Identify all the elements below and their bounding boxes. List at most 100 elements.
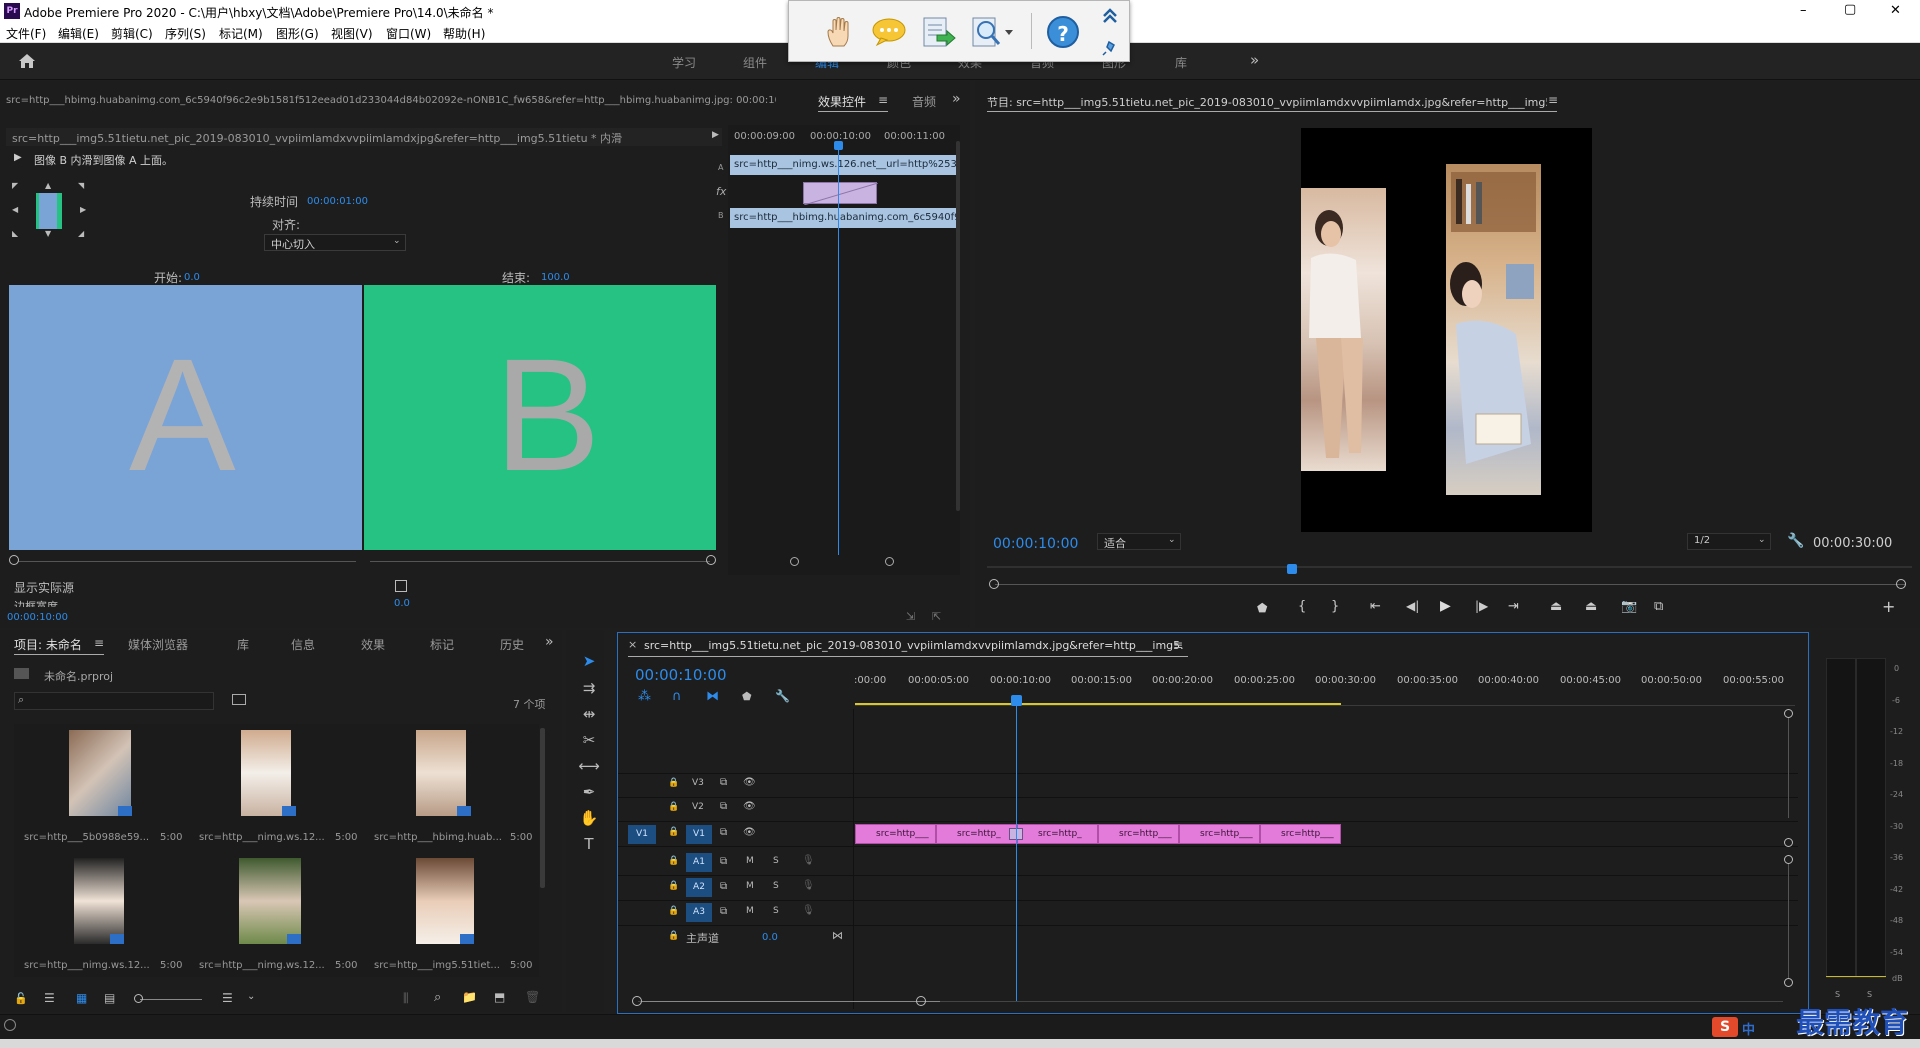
zoom-slider[interactable] — [140, 999, 202, 1000]
edge-selector-sw[interactable]: ◣ — [12, 229, 18, 238]
workspace-tab-learn[interactable]: 学习 — [672, 54, 696, 71]
new-search-bin-icon[interactable] — [232, 694, 246, 705]
menu-window[interactable]: 窗口(W) — [386, 25, 431, 42]
tab-history[interactable]: 历史 — [500, 636, 526, 653]
show-actual-source-checkbox[interactable] — [395, 580, 407, 592]
solo-right-button[interactable]: S — [1867, 990, 1872, 999]
sync-lock-icon[interactable]: ⧉ — [720, 906, 727, 917]
play-transition-icon[interactable]: ▶ — [712, 130, 719, 140]
effect-controls-timecode[interactable]: 00:00:10:00 — [7, 612, 68, 623]
border-width-value[interactable]: 0.0 — [394, 599, 410, 607]
help-icon[interactable]: ? — [1047, 16, 1079, 48]
insert-overwrite-icon[interactable]: ⧓ — [706, 689, 719, 704]
filter-icon[interactable]: ⇱ — [932, 610, 941, 623]
menu-help[interactable]: 帮助(H) — [443, 25, 485, 42]
tab-project-menu-icon[interactable]: ≡ — [94, 636, 104, 650]
step-forward-icon[interactable]: |▶ — [1475, 599, 1488, 613]
eye-icon[interactable]: 👁 — [743, 827, 756, 838]
menu-file[interactable]: 文件(F) — [6, 25, 46, 42]
program-video-frame[interactable] — [1301, 128, 1592, 532]
project-tabs-more[interactable]: » — [545, 634, 554, 650]
project-scrollbar[interactable] — [540, 728, 545, 888]
lock-icon[interactable]: 🔒 — [668, 778, 679, 788]
play-icon[interactable]: ▶ — [1440, 598, 1451, 614]
close-sequence-icon[interactable]: × — [628, 638, 637, 651]
timeline-clip[interactable]: src=http___ — [855, 824, 936, 844]
minimize-button[interactable]: – — [1800, 3, 1807, 18]
lock-icon[interactable]: 🔒 — [668, 802, 679, 812]
vscroll-audio-track[interactable] — [1788, 864, 1789, 978]
zoom-slider-handle[interactable] — [134, 994, 143, 1003]
timeline-playhead[interactable] — [1016, 701, 1017, 1001]
mute-button[interactable]: M — [746, 906, 754, 916]
program-time-ruler[interactable] — [987, 557, 1912, 569]
freeform-view-icon[interactable]: ▤ — [104, 991, 115, 1005]
sync-lock-icon[interactable]: ⧉ — [720, 881, 727, 892]
camera-icon[interactable]: 📷 — [1621, 599, 1637, 614]
lift-icon[interactable]: ⏏ — [1550, 599, 1562, 614]
timeline-ruler[interactable]: :00:00 00:00:05:00 00:00:10:00 00:00:15:… — [854, 663, 1804, 693]
mini-clip-a[interactable]: src=http___nimg.ws.126.net__url=http%253 — [730, 155, 956, 175]
collapse-icon[interactable] — [1101, 7, 1119, 25]
solo-left-button[interactable]: S — [1835, 990, 1840, 999]
edge-selector-se[interactable]: ◢ — [78, 229, 84, 238]
hscroll-right[interactable] — [916, 996, 926, 1006]
tab-libraries[interactable]: 库 — [237, 636, 249, 653]
program-menu-icon[interactable]: ≡ — [1548, 93, 1558, 107]
vertical-scrollbar[interactable] — [956, 141, 960, 511]
solo-button[interactable]: S — [773, 906, 779, 916]
lock-icon[interactable]: 🔒 — [668, 931, 679, 941]
start-slider-handle[interactable] — [9, 555, 19, 565]
list-item[interactable]: src=http___nimg.ws.12... 5:00 — [189, 730, 359, 855]
resolution-dropdown[interactable]: 1/2 ⌄ — [1687, 533, 1771, 550]
menu-sequence[interactable]: 序列(S) — [165, 25, 206, 42]
menu-clip[interactable]: 剪辑(C) — [111, 25, 153, 42]
export-frame-icon[interactable]: ⇲ — [906, 610, 915, 623]
sort-icon[interactable]: ☰ — [222, 991, 233, 1005]
mini-playhead-handle[interactable] — [834, 141, 843, 150]
start-slider-track[interactable] — [18, 561, 356, 562]
end-slider-handle[interactable] — [706, 555, 716, 565]
list-view-icon[interactable]: ☰ — [44, 991, 55, 1005]
mute-button[interactable]: M — [746, 856, 754, 866]
vscroll-audio-top[interactable] — [1784, 855, 1793, 864]
master-value[interactable]: 0.0 — [762, 932, 778, 943]
slip-tool-icon[interactable]: ⟷ — [578, 755, 600, 777]
program-scroll-left[interactable] — [989, 579, 999, 589]
program-playhead[interactable] — [1287, 564, 1297, 574]
trash-icon[interactable]: 🗑 — [525, 990, 540, 1004]
solo-button[interactable]: S — [773, 856, 779, 866]
timeline-settings-icon[interactable]: 🔧 — [775, 689, 790, 703]
vscroll-bottom[interactable] — [1784, 838, 1793, 847]
tab-info[interactable]: 信息 — [291, 636, 315, 653]
program-scroll-right[interactable] — [1896, 579, 1906, 589]
new-bin-icon[interactable]: 📁 — [462, 990, 477, 1004]
source-patch-v1[interactable]: V1 — [628, 825, 656, 844]
solo-button[interactable]: S — [773, 881, 779, 891]
menu-view[interactable]: 视图(V) — [331, 25, 373, 42]
lock-icon[interactable]: 🔒 — [668, 827, 679, 837]
mark-out-icon[interactable]: } — [1331, 599, 1339, 614]
export-icon[interactable] — [921, 15, 957, 49]
list-item[interactable]: src=http___nimg.ws.12... 5:00 — [14, 858, 184, 983]
chevron-down-icon[interactable]: ⌄ — [247, 991, 255, 1002]
list-item[interactable]: src=http___nimg.ws.12... 5:00 — [189, 858, 359, 983]
start-value[interactable]: 0.0 — [184, 272, 200, 283]
track-select-tool-icon[interactable]: ⇉ — [578, 677, 600, 699]
sync-lock-icon[interactable]: ⧉ — [720, 777, 727, 788]
add-marker-icon[interactable]: ⬟ — [742, 690, 752, 703]
pin-icon[interactable] — [1101, 39, 1119, 57]
vscroll-top[interactable] — [1784, 709, 1793, 718]
timeline-clip[interactable]: src=http_ — [1017, 824, 1098, 844]
hand-tool-icon[interactable]: ✋ — [578, 807, 600, 829]
close-button[interactable]: ✕ — [1890, 3, 1901, 18]
workspace-tab-libraries[interactable]: 库 — [1175, 54, 1187, 71]
edge-selector-n[interactable]: ▲ — [45, 181, 51, 190]
ime-mode[interactable]: 中 — [1742, 1019, 1755, 1038]
list-item[interactable]: src=http___5b0988e59... 5:00 — [14, 730, 184, 855]
ime-indicator[interactable]: S — [1712, 1017, 1738, 1037]
go-to-end-icon[interactable]: ⋈ — [832, 929, 843, 942]
icon-view-icon[interactable]: ▦ — [76, 991, 87, 1005]
program-timecode[interactable]: 00:00:10:00 — [993, 536, 1078, 552]
mini-transition[interactable] — [803, 182, 879, 206]
